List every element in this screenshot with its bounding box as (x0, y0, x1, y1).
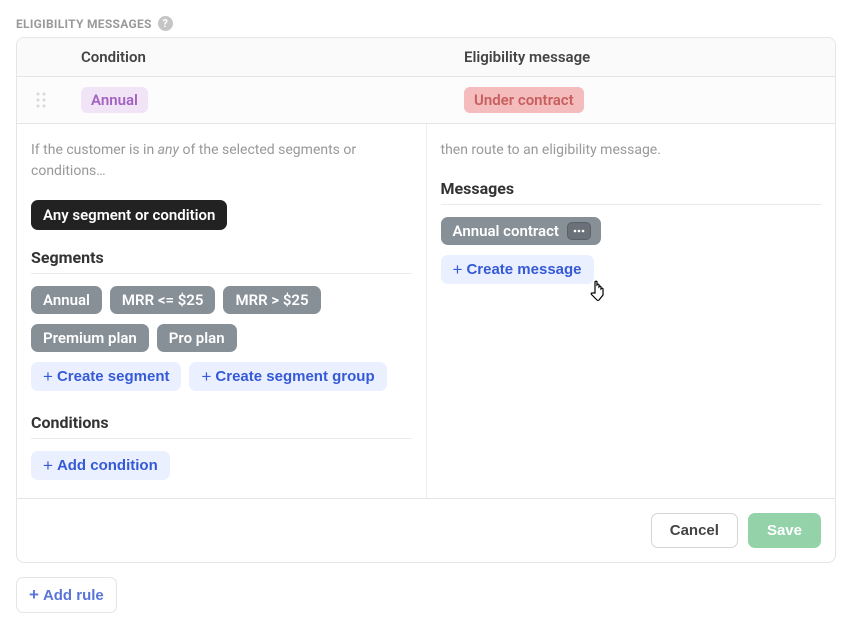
expanded-editor: If the customer is in any of the selecte… (17, 124, 835, 498)
segment-chip-row-1: Annual MRR <= $25 MRR > $25 (31, 286, 412, 314)
create-segment-label: Create segment (57, 368, 170, 385)
section-title-text: ELIGIBILITY MESSAGES (16, 17, 152, 31)
message-chip-label: Annual contract (453, 222, 559, 240)
create-segment-group-label: Create segment group (215, 368, 374, 385)
any-segment-chip[interactable]: Any segment or condition (31, 200, 227, 230)
plus-icon: + (453, 261, 463, 278)
column-condition-header: Condition (81, 48, 146, 66)
column-eligibility-header: Eligibility message (464, 48, 590, 66)
segment-chip[interactable]: MRR > $25 (223, 286, 320, 314)
add-rule-button[interactable]: + Add rule (16, 577, 117, 613)
add-condition-label: Add condition (57, 457, 158, 474)
plus-icon: + (43, 457, 53, 474)
segment-chip[interactable]: Premium plan (31, 324, 149, 352)
plus-icon: + (201, 368, 211, 385)
create-segment-button[interactable]: + Create segment (31, 362, 181, 391)
condition-pill[interactable]: Annual (81, 87, 148, 113)
plus-icon: + (43, 368, 53, 385)
add-condition-button[interactable]: + Add condition (31, 451, 170, 480)
plus-icon: + (29, 585, 39, 605)
save-button[interactable]: Save (748, 513, 821, 548)
table-header: Condition Eligibility message (17, 38, 835, 77)
left-helper-text: If the customer is in any of the selecte… (31, 140, 412, 182)
message-chip[interactable]: Annual contract (441, 217, 601, 245)
right-panel: then route to an eligibility message. Me… (427, 124, 836, 498)
create-segment-group-button[interactable]: + Create segment group (189, 362, 386, 391)
eligibility-pill[interactable]: Under contract (464, 87, 584, 113)
footer-bar: Cancel Save (17, 498, 835, 562)
rule-row: Annual Under contract (17, 77, 835, 124)
segments-heading: Segments (31, 248, 412, 274)
left-panel: If the customer is in any of the selecte… (17, 124, 427, 498)
drag-handle-icon[interactable] (17, 92, 65, 108)
segment-chip[interactable]: Pro plan (157, 324, 237, 352)
create-message-button[interactable]: + Create message (441, 255, 594, 284)
create-message-label: Create message (466, 261, 581, 278)
segment-chip[interactable]: Annual (31, 286, 102, 314)
right-helper-text: then route to an eligibility message. (441, 140, 822, 161)
cancel-button[interactable]: Cancel (651, 513, 738, 548)
section-title: ELIGIBILITY MESSAGES ? (16, 16, 836, 31)
add-rule-label: Add rule (43, 587, 104, 604)
messages-heading: Messages (441, 179, 822, 205)
conditions-heading: Conditions (31, 413, 412, 439)
help-icon[interactable]: ? (158, 16, 173, 31)
segment-chip[interactable]: MRR <= $25 (110, 286, 216, 314)
segment-chip-row-2: Premium plan Pro plan (31, 324, 412, 352)
eligibility-card: Condition Eligibility message Annual Und… (16, 37, 836, 563)
ellipsis-icon[interactable] (567, 222, 591, 240)
